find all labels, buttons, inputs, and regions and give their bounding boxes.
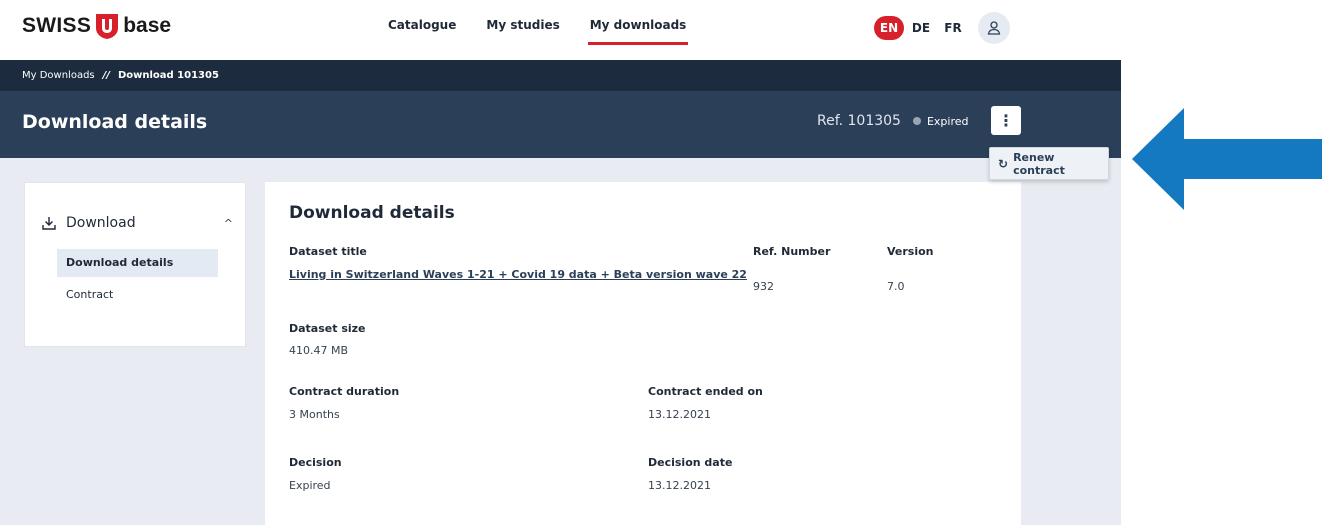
main-nav: Catalogue My studies My downloads — [388, 18, 716, 45]
decision-date-value: 13.12.2021 — [648, 479, 711, 492]
logo-shield-icon — [96, 14, 119, 39]
page: SWISS base Catalogue My studies My downl… — [0, 0, 1323, 525]
status-dot — [912, 117, 921, 125]
renew-contract-label: Renew contract — [1013, 150, 1065, 177]
logo[interactable]: SWISS base — [22, 12, 171, 40]
nav-my-downloads[interactable]: My downloads — [587, 18, 688, 45]
version-label: Version — [887, 245, 934, 258]
contract-duration-label: Contract duration — [289, 385, 400, 398]
contract-ended-label: Contract ended on — [648, 385, 763, 398]
ref-number-value: 932 — [753, 280, 774, 293]
breadcrumb: My Downloads // Download 101305 — [0, 60, 1121, 91]
renew-contract-menu-item[interactable]: ↻ Renew contract — [989, 147, 1109, 180]
nav-my-studies[interactable]: My studies — [486, 18, 559, 32]
details-panel: Download details Dataset title Living in… — [265, 182, 1021, 525]
contract-duration-value: 3 Months — [289, 408, 340, 421]
logo-text-left: SWISS — [22, 14, 92, 37]
download-icon — [42, 217, 56, 230]
dataset-title-link[interactable]: Living in Switzerland Waves 1-21 + Covid… — [289, 268, 747, 281]
breadcrumb-parent[interactable]: My Downloads — [22, 70, 95, 81]
breadcrumb-current: Download 101305 — [117, 70, 219, 81]
sidebar-section-label: Download — [66, 215, 136, 231]
decision-label: Decision — [289, 456, 342, 469]
reference-number: Ref. 101305 — [817, 113, 901, 129]
sidebar-item-download-details[interactable]: Download details — [57, 249, 218, 277]
lang-en[interactable]: EN — [874, 16, 904, 40]
user-icon[interactable] — [978, 12, 1010, 44]
top-nav: SWISS base Catalogue My studies My downl… — [0, 0, 1121, 60]
details-heading: Download details — [289, 203, 455, 223]
user-avatar-icon — [987, 21, 1001, 35]
language-switcher: EN DE FR — [874, 12, 1010, 44]
dataset-size-value: 410.47 MB — [289, 344, 349, 357]
ref-number-label: Ref. Number — [753, 245, 831, 258]
decision-value: Expired — [289, 479, 331, 492]
more-options-button[interactable]: ⋮ — [991, 106, 1021, 135]
version-value: 7.0 — [887, 280, 905, 293]
dataset-size-label: Dataset size — [289, 322, 366, 335]
contract-ended-value: 13.12.2021 — [648, 408, 711, 421]
renew-icon: ↻ — [998, 156, 1009, 171]
sidebar-section-download[interactable]: Download ^ — [41, 215, 233, 231]
dataset-title-label: Dataset title — [289, 245, 367, 258]
nav-catalogue[interactable]: Catalogue — [388, 18, 456, 32]
chevron-up-icon[interactable]: ^ — [224, 217, 233, 230]
sidebar: Download ^ Download details Contract — [24, 182, 246, 347]
pointer-arrow-icon — [1132, 108, 1322, 210]
lang-de[interactable]: DE — [906, 16, 936, 40]
page-header: Download details Ref. 101305 Expired ⋮ — [0, 91, 1121, 158]
breadcrumb-separator: // — [102, 70, 110, 81]
logo-text-right: base — [123, 14, 172, 37]
kebab-menu-icon: ⋮ — [998, 110, 1014, 130]
ref-status: Ref. 101305 Expired — [817, 113, 969, 129]
status-badge: Expired — [926, 114, 969, 128]
lang-fr[interactable]: FR — [938, 16, 968, 40]
sidebar-item-contract[interactable]: Contract — [57, 281, 218, 309]
decision-date-label: Decision date — [648, 456, 733, 469]
page-title: Download details — [22, 111, 208, 133]
